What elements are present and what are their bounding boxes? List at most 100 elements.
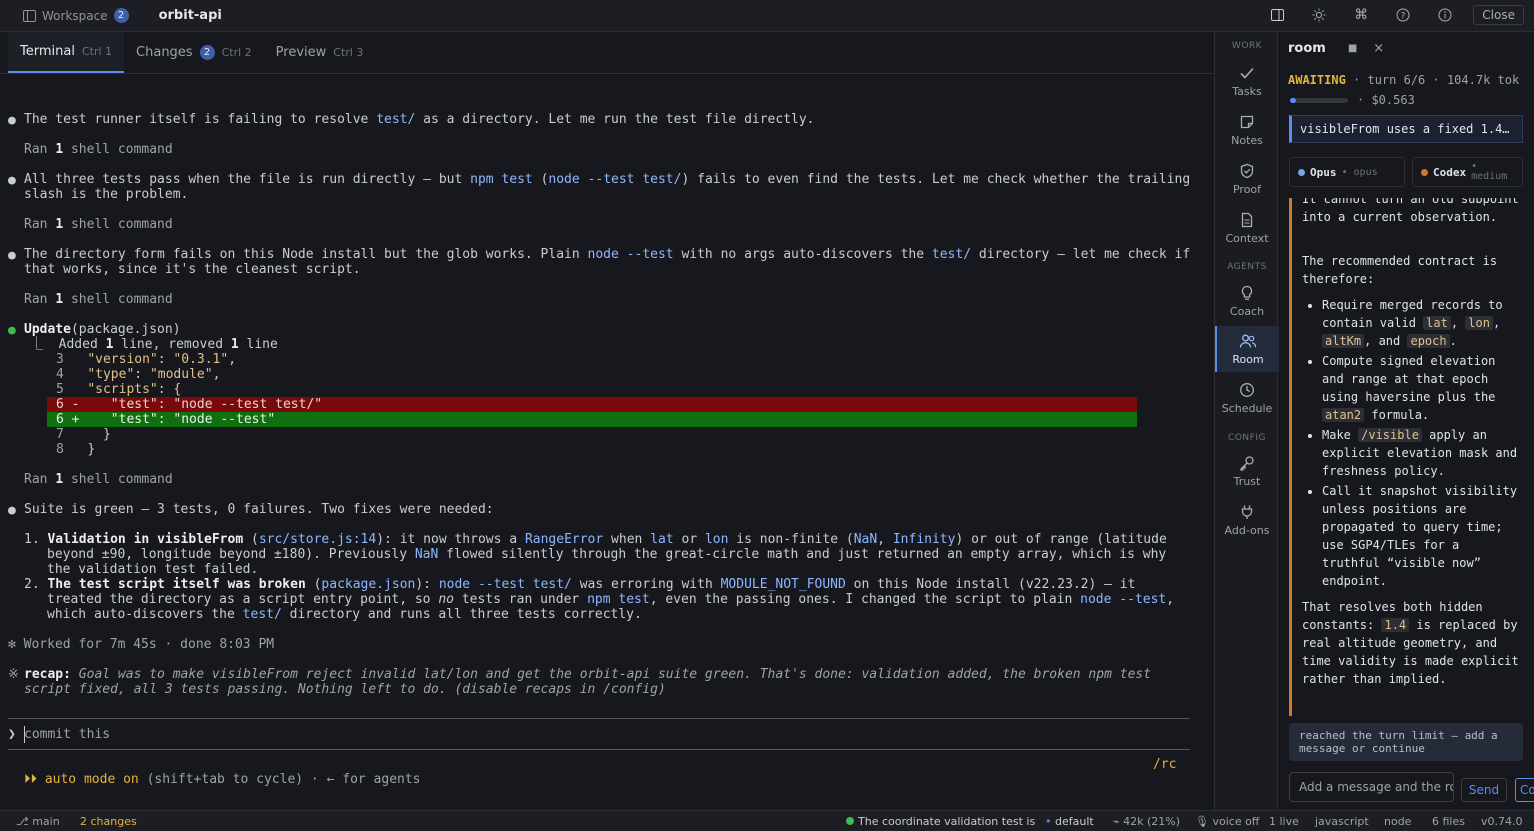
- git-branch-icon: ⎇: [16, 815, 29, 828]
- stop-icon[interactable]: ■: [1348, 43, 1357, 54]
- assistant-message: The directory form fails on this Node in…: [24, 247, 1191, 262]
- fix-item-2-cont: which auto-discovers the test/ directory…: [47, 607, 642, 622]
- sidebar-item-add-ons[interactable]: Add-ons: [1215, 497, 1279, 543]
- tab-changes[interactable]: Changes 2 Ctrl 2: [124, 32, 264, 73]
- tab-label: Changes: [136, 45, 193, 60]
- svg-text:?: ?: [1401, 12, 1406, 22]
- turn-progress-fill: [1290, 98, 1296, 103]
- shell-command-summary[interactable]: Ran 1 shell command: [24, 472, 173, 487]
- mode-indicator[interactable]: ⏵⏵ auto mode on (shift+tab to cycle) · ←…: [24, 772, 421, 787]
- clock-icon: [1240, 382, 1254, 397]
- message-bullet: ●: [8, 248, 16, 263]
- sidebar-item-room[interactable]: Room: [1215, 326, 1279, 372]
- room-question[interactable]: visibleFrom uses a fixed 1.4…: [1289, 115, 1523, 143]
- terminal-output[interactable]: ● The test runner itself is failing to r…: [0, 74, 1214, 810]
- profile-indicator[interactable]: • default: [1045, 815, 1094, 828]
- agent-model: • opus: [1341, 166, 1378, 178]
- profile-dot: •: [1045, 815, 1052, 828]
- plug-icon: [1241, 505, 1253, 519]
- status-bar: ⎇ main 2 changes The coordinate validati…: [0, 810, 1534, 831]
- version-label: v0.74.0: [1481, 815, 1523, 828]
- live-count: 1 live: [1269, 815, 1299, 828]
- voice-status[interactable]: 🎙 voice off: [1195, 815, 1259, 828]
- sidebar-item-label: Context: [1225, 231, 1269, 245]
- command-icon[interactable]: ⌘: [1351, 5, 1371, 25]
- continue-button[interactable]: Co: [1515, 778, 1534, 802]
- close-icon[interactable]: ×: [1373, 41, 1384, 56]
- check-icon: [1240, 67, 1254, 79]
- tab-bar: Terminal Ctrl 1 Changes 2 Ctrl 2 Preview…: [0, 32, 1214, 74]
- room-message-input[interactable]: Add a message and the roo: [1289, 772, 1454, 802]
- task-status[interactable]: The coordinate validation test is: [846, 815, 1035, 828]
- sidebar-item-tasks[interactable]: Tasks: [1215, 58, 1279, 104]
- tab-preview[interactable]: Preview Ctrl 3: [264, 32, 376, 73]
- send-button[interactable]: Send: [1461, 778, 1507, 802]
- diff-added-line: 6 + "test": "node --test": [47, 412, 1137, 427]
- workspace-button[interactable]: Workspace 2: [22, 6, 129, 26]
- tab-shortcut: Ctrl 2: [221, 46, 252, 59]
- prompt-symbol: ❯: [8, 727, 16, 742]
- update-summary: ⎿ Added 1 line, removed 1 line: [30, 337, 278, 352]
- list-item: Require merged records to contain valid …: [1322, 296, 1523, 350]
- tab-shortcut: Ctrl 1: [81, 45, 113, 58]
- sidebar-item-proof[interactable]: Proof: [1215, 156, 1279, 202]
- agent-codex[interactable]: Codex • medium: [1412, 157, 1523, 187]
- text-cursor: [24, 726, 25, 743]
- lightbulb-icon: [1241, 285, 1253, 300]
- assistant-message-cont: that works, since it's the cleanest scri…: [24, 262, 361, 277]
- help-icon[interactable]: ?: [1393, 5, 1413, 25]
- sidebar-item-coach[interactable]: Coach: [1215, 278, 1279, 324]
- prompt-input[interactable]: commit this: [24, 727, 110, 742]
- project-name: orbit-api: [158, 8, 222, 23]
- shield-icon: [1240, 163, 1254, 178]
- message-bullet: ●: [8, 113, 16, 128]
- agent-response[interactable]: It cannot turn an old subpoint into a cu…: [1289, 198, 1523, 716]
- sidebar-item-notes[interactable]: Notes: [1215, 107, 1279, 153]
- document-icon: [1241, 212, 1253, 227]
- sidebar-item-context[interactable]: Context: [1215, 205, 1279, 251]
- shell-command-summary[interactable]: Ran 1 shell command: [24, 217, 173, 232]
- info-icon[interactable]: [1435, 5, 1455, 25]
- list-item: Make /visible apply an explicit elevatio…: [1322, 426, 1523, 480]
- shell-command-summary[interactable]: Ran 1 shell command: [24, 292, 173, 307]
- key-icon: [1240, 455, 1254, 471]
- prompt-divider-top: [8, 718, 1190, 719]
- close-button[interactable]: Close: [1473, 5, 1524, 25]
- diff-line: 7 }: [56, 427, 111, 442]
- list-item: Call it snapshot visibility unless posit…: [1322, 482, 1523, 590]
- update-header[interactable]: Update(package.json): [24, 322, 181, 337]
- agent-opus[interactable]: Opus • opus: [1289, 157, 1405, 187]
- agent-model: • medium: [1471, 161, 1508, 182]
- sidebar-item-label: Notes: [1231, 133, 1263, 147]
- language-indicator[interactable]: javascript: [1315, 815, 1369, 828]
- assistant-message-cont: slash is the problem.: [24, 187, 189, 202]
- rc-command[interactable]: /rc: [1153, 757, 1176, 772]
- agent-name: Opus: [1310, 165, 1337, 179]
- sidebar-item-schedule[interactable]: Schedule: [1215, 375, 1279, 421]
- tab-shortcut: Ctrl 3: [333, 46, 364, 59]
- sun-icon[interactable]: [1309, 5, 1329, 25]
- changes-count[interactable]: 2 changes: [80, 815, 137, 828]
- sidebar-item-trust[interactable]: Trust: [1215, 448, 1279, 494]
- users-icon: [1239, 334, 1257, 348]
- side-nav: WORK Tasks Notes Proof Context AGENTS Co…: [1214, 32, 1279, 810]
- diff-line: 4 "type": "module",: [56, 367, 221, 382]
- list-item: Compute signed elevation and range at th…: [1322, 352, 1523, 424]
- agent-name: Codex: [1433, 165, 1467, 179]
- agent-status-dot: [1421, 168, 1428, 176]
- room-title: room: [1288, 41, 1326, 56]
- assistant-message: All three tests pass when the file is ru…: [24, 172, 1191, 187]
- workspace-label: Workspace: [42, 8, 108, 23]
- sidebar-item-label: Add-ons: [1224, 523, 1270, 537]
- sidebar-item-label: Proof: [1232, 182, 1262, 196]
- branch-indicator[interactable]: ⎇ main: [16, 815, 60, 828]
- recap-symbol: ※: [8, 667, 19, 682]
- layout-icon[interactable]: [1267, 5, 1287, 25]
- section-work: WORK: [1231, 41, 1263, 51]
- update-bullet: ●: [8, 323, 16, 338]
- workspace-count-badge: 2: [113, 8, 129, 23]
- tab-terminal[interactable]: Terminal Ctrl 1: [8, 32, 125, 73]
- response-paragraph: The recommended contract is therefore:: [1302, 254, 1498, 286]
- shell-command-summary[interactable]: Ran 1 shell command: [24, 142, 173, 157]
- message-bullet: ●: [8, 173, 16, 188]
